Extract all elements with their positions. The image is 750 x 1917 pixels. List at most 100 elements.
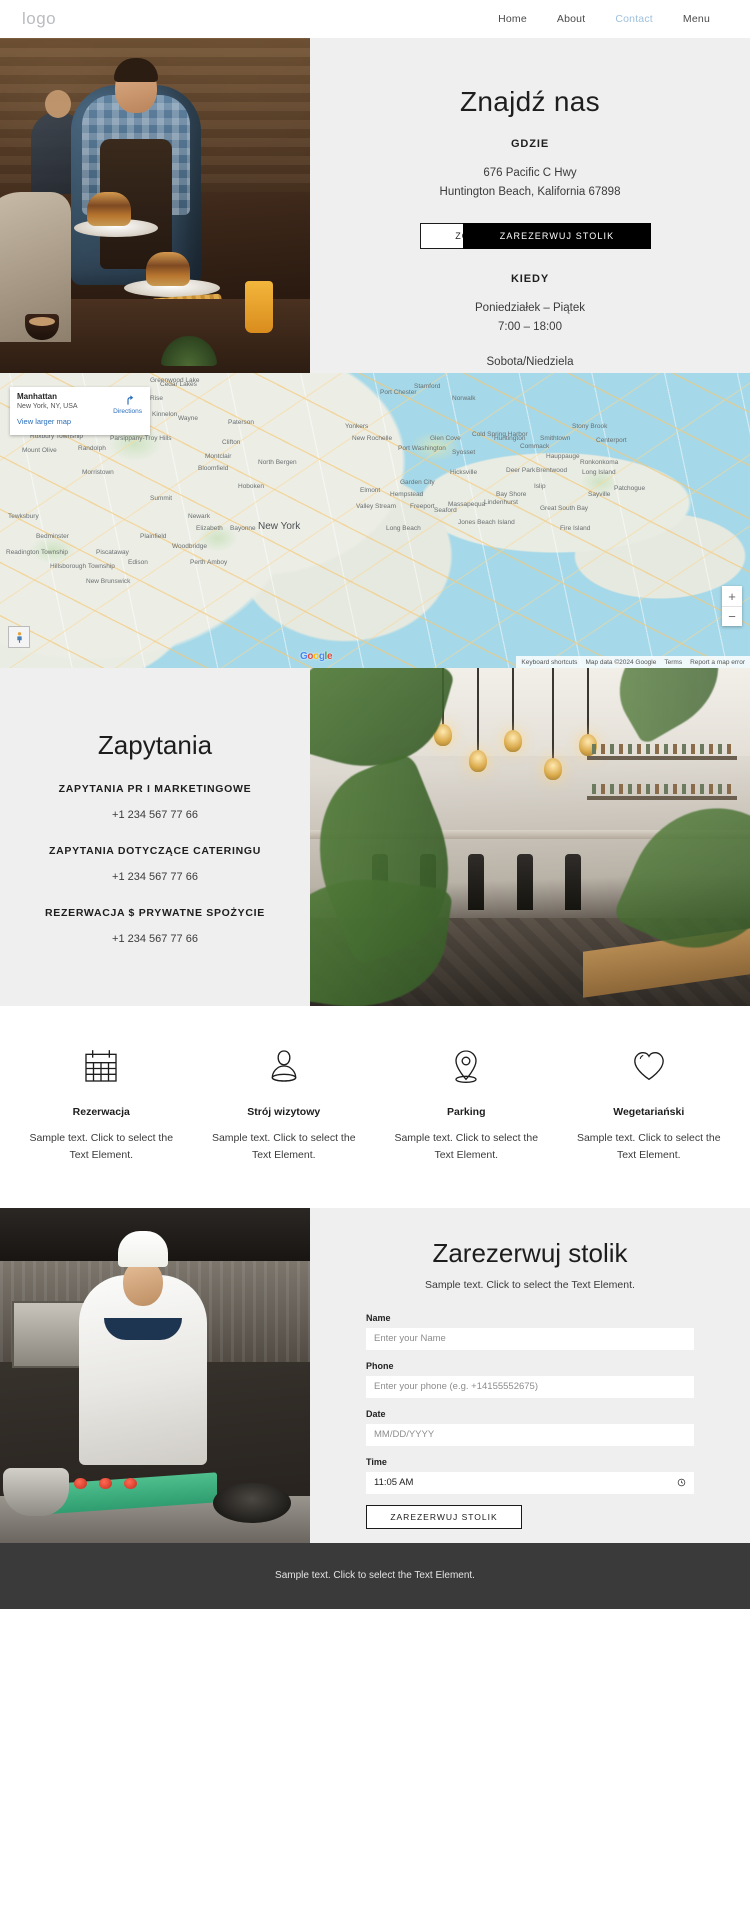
booking-title: Zarezerwuj stolik xyxy=(432,1237,628,1268)
address-line-1: 676 Pacific C Hwy xyxy=(483,167,577,179)
clock-icon[interactable] xyxy=(677,1478,686,1487)
feature-parking: Parking Sample text. Click to select the… xyxy=(375,1042,558,1164)
directions-button[interactable]: Directions xyxy=(113,393,142,415)
heart-icon xyxy=(570,1042,729,1090)
map-place-label: Yonkers xyxy=(345,423,369,430)
map-place-label: Sayville xyxy=(588,491,611,498)
map-place-label: Summit xyxy=(150,495,173,502)
site-footer: Sample text. Click to select the Text El… xyxy=(0,1542,750,1609)
map-place-label: Clifton xyxy=(222,439,241,446)
field-phone: Phone Enter your phone (e.g. +1415555267… xyxy=(366,1361,694,1398)
street-view-pegman[interactable] xyxy=(8,626,30,648)
terms-link[interactable]: Terms xyxy=(664,659,682,666)
footer-text: Sample text. Click to select the Text El… xyxy=(275,1570,475,1582)
features-section: Rezerwacja Sample text. Click to select … xyxy=(0,1006,750,1208)
zoom-out-button[interactable]: − xyxy=(722,606,742,626)
nav-item-about[interactable]: About xyxy=(557,13,585,25)
map-place-label: Patchogue xyxy=(614,485,646,492)
field-time: Time 11:05 AM xyxy=(366,1457,694,1494)
feature-dress-code: Strój wizytowy Sample text. Click to sel… xyxy=(193,1042,376,1164)
feature-title-dress-code: Strój wizytowy xyxy=(247,1106,321,1118)
map-place-label: Paterson xyxy=(228,419,255,426)
map-attribution-bar: Keyboard shortcuts Map data ©2024 Google… xyxy=(516,656,750,668)
feature-title-parking: Parking xyxy=(446,1106,486,1118)
keyboard-shortcuts-link[interactable]: Keyboard shortcuts xyxy=(521,659,577,666)
site-logo[interactable]: logo xyxy=(22,9,56,29)
name-input[interactable]: Enter your Name xyxy=(366,1327,694,1350)
nav-item-contact[interactable]: Contact xyxy=(615,13,653,25)
inquiries-title: Zapytania xyxy=(97,729,213,760)
calendar-icon xyxy=(22,1042,181,1090)
booking-form: Zarezerwuj stolik Sample text. Click to … xyxy=(310,1207,750,1543)
map-place-label: Fire Island xyxy=(560,525,591,532)
map-place-label: Freeport xyxy=(410,503,435,510)
map-place-label: Edison xyxy=(128,559,148,566)
inquiry-phone-private[interactable]: +1 234 567 77 66 xyxy=(112,933,198,945)
inquiry-phone-pr[interactable]: +1 234 567 77 66 xyxy=(112,809,198,821)
label-time: Time xyxy=(366,1456,387,1467)
map-place-label: Bedminster xyxy=(36,533,69,540)
book-table-button[interactable]: ZAREZERWUJ STOLIK xyxy=(463,222,651,249)
map-place-label: Port Chester xyxy=(380,389,417,396)
map-place-label: Perth Amboy xyxy=(190,559,228,566)
map-place-label: Greenwood Lake xyxy=(150,377,200,384)
feature-reservation: Rezerwacja Sample text. Click to select … xyxy=(10,1042,193,1164)
booking-subtitle: Sample text. Click to select the Text El… xyxy=(425,1278,635,1291)
main-navigation: Home About Contact Menu xyxy=(498,13,728,25)
map-zoom-controls[interactable]: + − xyxy=(722,586,742,626)
map-place-label: Cold Spring Harbor xyxy=(472,431,528,438)
google-map[interactable]: New York Newark Yonkers New Rochelle Paterso… xyxy=(0,373,750,668)
map-place-label: Morristown xyxy=(82,469,114,476)
google-logo: Google xyxy=(300,651,333,662)
feature-text-reservation: Sample text. Click to select the Text El… xyxy=(29,1132,174,1161)
map-place-label: Plainfield xyxy=(140,533,167,540)
map-place-label: Port Washington xyxy=(398,445,446,452)
hero-section: Znajdź nas GDZIE 676 Pacific C Hwy Hunti… xyxy=(0,38,750,387)
zoom-in-button[interactable]: + xyxy=(722,586,742,606)
map-place-label: Lindenhurst xyxy=(484,499,518,506)
inquiry-phone-catering[interactable]: +1 234 567 77 66 xyxy=(112,871,198,883)
booking-section: Zarezerwuj stolik Sample text. Click to … xyxy=(0,1207,750,1543)
map-place-label: Norwalk xyxy=(452,395,476,402)
map-place-label: New Rochelle xyxy=(352,435,393,442)
map-place-label: Montclair xyxy=(205,453,232,460)
map-place-label: Tewksbury xyxy=(8,513,39,520)
cafe-interior-photo xyxy=(310,668,750,1006)
inquiries-section: Zapytania ZAPYTANIA PR I MARKETINGOWE +1… xyxy=(0,668,750,1006)
map-place-label: Stamford xyxy=(414,383,441,390)
map-place-label: North Bergen xyxy=(258,459,297,466)
map-place-label: Seaford xyxy=(434,507,457,514)
feature-text-vegetarian: Sample text. Click to select the Text El… xyxy=(576,1132,721,1161)
report-map-error-link[interactable]: Report a map error xyxy=(690,659,745,666)
view-larger-map-link[interactable]: View larger map xyxy=(17,417,143,426)
time-input[interactable]: 11:05 AM xyxy=(366,1471,694,1494)
inquiries-panel: Zapytania ZAPYTANIA PR I MARKETINGOWE +1… xyxy=(0,668,310,1006)
date-input[interactable]: MM/DD/YYYY xyxy=(366,1423,694,1446)
nav-item-menu[interactable]: Menu xyxy=(683,13,710,25)
map-place-label: Bayonne xyxy=(230,525,256,532)
field-date: Date MM/DD/YYYY xyxy=(366,1409,694,1446)
map-place-label: Islip xyxy=(534,483,546,490)
label-date: Date xyxy=(366,1408,386,1419)
map-place-label: Garden City xyxy=(400,479,435,486)
map-place-label: Piscataway xyxy=(96,549,129,556)
submit-booking-button[interactable]: ZAREZERWUJ STOLIK xyxy=(366,1504,522,1529)
map-place-label: Long Beach xyxy=(386,525,421,532)
nav-item-home[interactable]: Home xyxy=(498,13,527,25)
weekend-days: Sobota/Niedziela xyxy=(486,355,574,368)
map-pin-icon xyxy=(387,1042,546,1090)
hero-info-panel: Znajdź nas GDZIE 676 Pacific C Hwy Hunti… xyxy=(310,38,750,387)
pegman-icon xyxy=(16,631,22,643)
map-place-label: Readington Township xyxy=(6,549,69,556)
map-place-label: Parsippany-Troy Hills xyxy=(110,435,172,442)
phone-input[interactable]: Enter your phone (e.g. +14155552675) xyxy=(366,1375,694,1398)
map-place-label: Centerport xyxy=(596,437,627,444)
weekday-hours-block: Poniedziałek – Piątek 7:00 – 18:00 xyxy=(364,299,696,337)
person-icon xyxy=(205,1042,364,1090)
map-place-label: Jones Beach Island xyxy=(458,519,515,526)
map-place-label: Bloomfield xyxy=(198,465,229,472)
feature-title-reservation: Rezerwacja xyxy=(72,1106,130,1118)
map-info-card[interactable]: Manhattan New York, NY, USA View larger … xyxy=(10,387,150,435)
feature-vegetarian: Wegetariański Sample text. Click to sele… xyxy=(558,1042,741,1164)
map-place-label: Randolph xyxy=(78,445,106,452)
